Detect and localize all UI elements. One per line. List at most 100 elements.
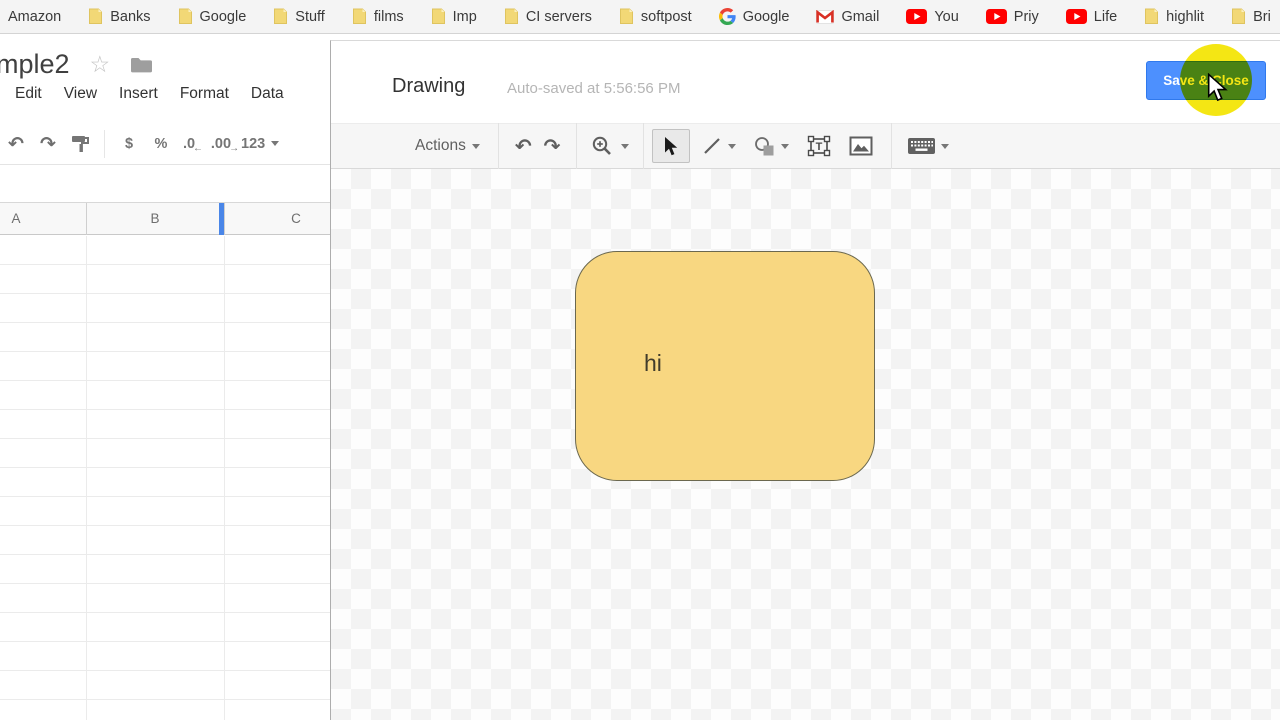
bookmark-label: Imp: [453, 9, 477, 25]
youtube-icon: [906, 9, 927, 24]
decrease-decimal-button[interactable]: .0←: [177, 129, 209, 159]
bookmark-banks[interactable]: Banks: [88, 8, 150, 25]
format-percent-button[interactable]: %: [145, 129, 177, 159]
move-to-folder-icon[interactable]: [130, 56, 153, 73]
actions-label: Actions: [415, 137, 466, 155]
redo-button[interactable]: ↷: [538, 129, 567, 163]
bookmark-label: films: [374, 9, 404, 25]
bookmark-label: Amazon: [8, 9, 61, 25]
menu-insert[interactable]: Insert: [119, 85, 158, 103]
chevron-down-icon: [781, 144, 789, 149]
text-box-icon: T: [807, 135, 831, 157]
bookmark-google-folder[interactable]: Google: [178, 8, 247, 25]
folder-icon: [619, 8, 634, 25]
save-and-close-button[interactable]: Save & Close: [1146, 61, 1266, 100]
format-currency-button[interactable]: $: [113, 129, 145, 159]
bookmark-stuff[interactable]: Stuff: [273, 8, 325, 25]
bookmark-label: Banks: [110, 9, 150, 25]
shape-icon: [754, 136, 775, 157]
column-header-row: A B C: [0, 202, 330, 235]
youtube-icon: [986, 9, 1007, 24]
bookmark-bri[interactable]: Bri: [1231, 8, 1271, 25]
arrow-right-icon: →: [229, 143, 239, 154]
bookmark-label: Life: [1094, 9, 1117, 25]
redo-icon: ↷: [544, 134, 561, 158]
bookmark-label: Gmail: [841, 9, 879, 25]
menu-edit[interactable]: Edit: [15, 85, 42, 103]
column-divider[interactable]: [86, 203, 87, 235]
select-tool-button[interactable]: [652, 129, 690, 163]
spreadsheet-title[interactable]: mple2: [0, 49, 70, 80]
arrow-left-icon: ←: [193, 143, 203, 154]
insert-image-button[interactable]: [843, 129, 879, 163]
column-header-c[interactable]: C: [291, 211, 301, 226]
star-icon[interactable]: ☆: [90, 53, 111, 76]
folder-icon: [431, 8, 446, 25]
sheet-toolbar: ↶ ↷ $ % .0← .00→ 123: [0, 123, 330, 165]
svg-text:T: T: [816, 141, 823, 153]
undo-icon: ↶: [8, 133, 24, 155]
redo-icon: ↷: [40, 133, 56, 155]
bookmark-amazon[interactable]: Amazon: [8, 9, 61, 25]
increase-decimal-button[interactable]: .00→: [209, 129, 241, 159]
bookmarks-bar: Amazon Banks Google Stuff films Imp CI s…: [0, 0, 1280, 34]
youtube-icon: [1066, 9, 1087, 24]
image-icon: [849, 136, 873, 156]
shape-tool-button[interactable]: [748, 129, 795, 163]
autosave-status: Auto-saved at 5:56:56 PM: [507, 80, 680, 97]
menu-format[interactable]: Format: [180, 85, 229, 103]
bookmark-label: Priy: [1014, 9, 1039, 25]
bookmark-label: Stuff: [295, 9, 325, 25]
toolbar-separator: [498, 123, 499, 169]
actions-menu-button[interactable]: Actions: [409, 129, 486, 163]
menu-view[interactable]: View: [64, 85, 97, 103]
more-formats-button[interactable]: 123: [241, 129, 279, 159]
undo-button[interactable]: ↶: [509, 129, 538, 163]
sheet-grid[interactable]: [0, 236, 330, 720]
currency-icon: $: [125, 136, 133, 152]
chevron-down-icon: [271, 141, 279, 146]
menu-data[interactable]: Data: [251, 85, 284, 103]
column-header-a[interactable]: A: [11, 211, 20, 226]
chevron-down-icon: [472, 144, 480, 149]
bookmark-label: CI servers: [526, 9, 592, 25]
bookmark-films[interactable]: films: [352, 8, 404, 25]
bookmark-label: Google: [200, 9, 247, 25]
bookmark-label: highlit: [1166, 9, 1204, 25]
line-icon: [702, 136, 722, 156]
bookmark-gmail[interactable]: Gmail: [816, 9, 879, 25]
drawing-canvas[interactable]: hi: [331, 169, 1280, 720]
rounded-rectangle-shape[interactable]: hi: [575, 251, 875, 481]
keyboard-input-button[interactable]: [902, 129, 955, 163]
bookmark-google[interactable]: Google: [719, 8, 790, 25]
gridline-vertical: [224, 236, 225, 720]
paint-format-button[interactable]: [64, 129, 96, 159]
column-divider[interactable]: [224, 203, 225, 235]
bookmark-softpost[interactable]: softpost: [619, 8, 692, 25]
bookmark-label: Google: [743, 9, 790, 25]
bookmark-life[interactable]: Life: [1066, 9, 1117, 25]
zoom-magnifier-icon: [591, 135, 615, 157]
gmail-icon: [816, 10, 834, 24]
folder-icon: [88, 8, 103, 25]
line-tool-button[interactable]: [696, 129, 742, 163]
toolbar-separator: [576, 123, 577, 169]
column-header-b[interactable]: B: [150, 211, 159, 226]
zoom-tool-button[interactable]: [585, 129, 635, 163]
text-box-tool-button[interactable]: T: [801, 129, 837, 163]
folder-icon: [273, 8, 288, 25]
bookmark-label: You: [934, 9, 958, 25]
chevron-down-icon: [941, 144, 949, 149]
spreadsheet-panel: mple2 ☆ Edit View Insert Format Data ↶ ↷…: [0, 35, 330, 720]
shape-text[interactable]: hi: [644, 350, 662, 377]
bookmark-you[interactable]: You: [906, 9, 958, 25]
undo-button[interactable]: ↶: [0, 129, 32, 159]
keyboard-icon: [908, 138, 935, 154]
redo-button[interactable]: ↷: [32, 129, 64, 159]
bookmark-imp[interactable]: Imp: [431, 8, 477, 25]
folder-icon: [1231, 8, 1246, 25]
more-formats-label: 123: [241, 136, 265, 152]
bookmark-highlit[interactable]: highlit: [1144, 8, 1204, 25]
bookmark-priy[interactable]: Priy: [986, 9, 1039, 25]
bookmark-ci-servers[interactable]: CI servers: [504, 8, 592, 25]
